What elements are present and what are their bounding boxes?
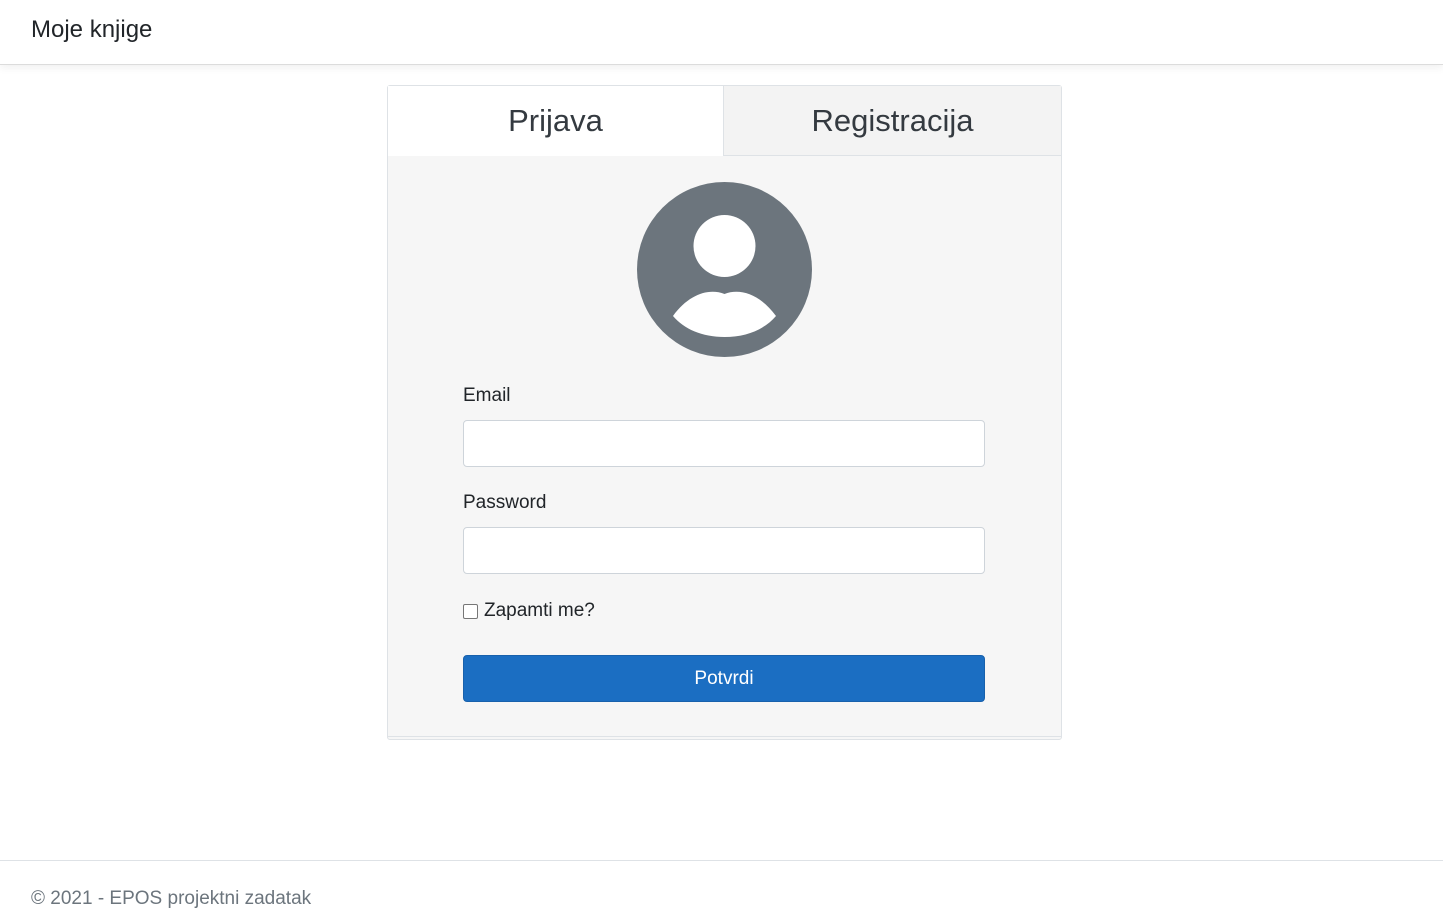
navbar: Moje knjige [0, 0, 1443, 65]
submit-button[interactable]: Potvrdi [463, 655, 985, 702]
remember-row: Zapamti me? [463, 600, 595, 622]
card-divider [388, 736, 1061, 737]
remember-label: Zapamti me? [484, 600, 595, 621]
password-label: Password [463, 492, 547, 513]
footer: © 2021 - EPOS projektni zadatak [0, 860, 1443, 919]
tab-register[interactable]: Registracija [724, 86, 1061, 156]
remember-checkbox[interactable] [463, 603, 478, 619]
brand-link[interactable]: Moje knjige [31, 14, 152, 46]
tab-login[interactable]: Prijava [388, 86, 724, 156]
auth-card: Prijava Registracija Email Password Zapa… [387, 85, 1062, 740]
email-field[interactable] [463, 420, 985, 467]
user-avatar-icon [637, 182, 812, 357]
footer-copyright: © 2021 - EPOS projektni zadatak [31, 888, 312, 909]
auth-tabs: Prijava Registracija [388, 86, 1061, 156]
email-label: Email [463, 385, 511, 406]
password-field[interactable] [463, 527, 985, 574]
